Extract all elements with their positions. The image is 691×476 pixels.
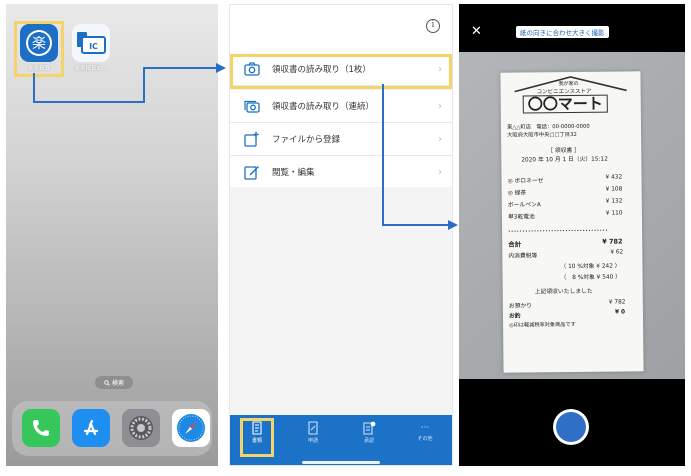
home-screen: 楽 楽楽精算 IC 楽楽精算IC… 検索 xyxy=(6,4,218,466)
phone-icon[interactable] xyxy=(22,409,60,447)
camera-hint: 紙の向きに合わせ大きく撮影 xyxy=(516,26,609,38)
app-store-icon[interactable] xyxy=(72,409,110,447)
receipt-item-name: ◎ ボロネーゼ xyxy=(507,178,544,185)
tab-bar: 書類 申請 承認 ··· その他 xyxy=(230,415,452,465)
close-icon[interactable]: ✕ xyxy=(471,24,482,39)
chevron-right-icon: › xyxy=(438,133,442,145)
receipt-item-price: ¥ 432 xyxy=(605,174,623,181)
settings-icon[interactable] xyxy=(122,409,160,447)
menu-item-label: 閲覧・編集 xyxy=(272,168,315,178)
tab-more[interactable]: ··· その他 xyxy=(403,421,447,442)
shutter-area xyxy=(459,379,685,466)
menu-item-label: 領収書の読み取り（1枚） xyxy=(272,65,371,75)
menu-item-view-edit[interactable]: 閲覧・編集 › xyxy=(230,156,452,189)
connector-arrow xyxy=(143,67,218,69)
receipt-item-price: ¥ 132 xyxy=(605,198,623,205)
receipt-change: ¥ 0 xyxy=(614,309,626,316)
app-rakuraku-ic[interactable]: IC 楽楽精算IC… xyxy=(66,24,116,72)
tab-apply[interactable]: 申請 xyxy=(291,421,335,444)
rakuraku-ic-icon: IC xyxy=(72,24,110,62)
menu-item-scan-single[interactable]: 領収書の読み取り（1枚） › xyxy=(230,53,452,86)
receipt-item-name: ◎ 緑茶 xyxy=(507,190,527,197)
receipt-photo: 我が家の コンビニエンスストア 〇〇マート 東△△町店 電話：00-0000-0… xyxy=(500,71,644,373)
chevron-right-icon: › xyxy=(438,166,442,178)
receipt-tax: ¥ 62 xyxy=(610,249,624,256)
tab-label: その他 xyxy=(417,436,433,442)
receipt-paid-label: お預かり xyxy=(508,303,533,310)
arrow-head-icon xyxy=(216,63,226,73)
apply-icon xyxy=(308,421,318,435)
search-label: 検索 xyxy=(111,380,124,387)
receipt-address: 大阪府大阪市中央□□丁目32 xyxy=(507,131,577,139)
receipt-datetime: 2020 年 10 月 1 日（火）15:12 xyxy=(521,156,608,164)
tab-label: 申請 xyxy=(307,438,318,444)
menu-item-file-import[interactable]: ファイルから登録 › xyxy=(230,123,452,156)
empty-area xyxy=(230,187,452,415)
receipt-item-price: ¥ 110 xyxy=(605,210,623,217)
camera-preview: 我が家の コンビニエンスストア 〇〇マート 東△△町店 電話：00-0000-0… xyxy=(459,52,685,379)
highlight-box xyxy=(240,418,274,457)
camera-icon xyxy=(244,61,260,77)
connector-arrow xyxy=(33,73,35,102)
camera-screen: ✕ 紙の向きに合わせ大きく撮影 我が家の コンビニエンスストア 〇〇マート 東△… xyxy=(459,4,685,466)
more-icon: ··· xyxy=(420,423,430,433)
receipt-items: ◎ ボロネーゼ ¥ 432 ◎ 緑茶 ¥ 108 ボールペンA ¥ 132 単3乾電池 ¥ 1… xyxy=(500,71,640,220)
tab-label: 承認 xyxy=(363,438,374,444)
edit-icon xyxy=(244,164,260,180)
receipt-paid: ¥ 782 xyxy=(608,299,626,306)
receipt-footnote: ◎印は軽減税率対象商品です xyxy=(509,321,576,329)
receipt-total-label: 合計 xyxy=(508,240,522,249)
app-label: 楽楽精算IC… xyxy=(74,66,108,72)
shutter-button[interactable] xyxy=(553,409,589,445)
menu-item-label: 領収書の読み取り（連続） xyxy=(272,102,375,112)
receipt-item-name: 単3乾電池 xyxy=(507,214,535,221)
connector-arrow xyxy=(33,101,145,103)
approve-icon xyxy=(363,421,376,435)
connector-arrow xyxy=(382,224,449,226)
search-pill[interactable]: 検索 xyxy=(95,376,133,389)
safari-icon[interactable] xyxy=(172,409,210,447)
connector-arrow xyxy=(382,84,384,226)
receipt-separator: ••••••••••••••••••••••••••••••••••• xyxy=(508,227,609,234)
file-add-icon xyxy=(244,131,260,147)
menu-item-scan-continuous[interactable]: 領収書の読み取り（連続） › xyxy=(230,90,452,123)
info-icon[interactable]: i xyxy=(426,19,440,33)
connector-arrow xyxy=(143,67,145,103)
menu-item-label: ファイルから登録 xyxy=(272,135,341,145)
svg-text:IC: IC xyxy=(89,42,98,51)
receipt-item-name: ボールペンA xyxy=(507,202,541,209)
receipt-change-label: お釣 xyxy=(508,313,521,320)
highlight-box xyxy=(14,21,64,77)
receipt-tax-label: 内消費税等 xyxy=(508,253,538,260)
chevron-right-icon: › xyxy=(438,100,442,112)
camera-multi-icon xyxy=(244,98,260,114)
home-indicator xyxy=(302,461,380,464)
tab-approve[interactable]: 承認 xyxy=(347,421,391,444)
receipt-tax8: （ 8 %対象 ¥ 540 ） xyxy=(560,274,621,282)
receipt-tax10: （ 10 %対象 ¥ 242 ） xyxy=(560,263,621,271)
menu-list: 領収書の読み取り（1枚） › 領収書の読み取り（連続） › ファイルから登録 ›… xyxy=(230,53,452,189)
receipt-title: ［ 領収書 ］ xyxy=(547,147,580,155)
app-menu-screen: i 領収書の読み取り（1枚） › 領収書の読み取り（連続） › ファイルから登録… xyxy=(229,4,453,466)
chevron-right-icon: › xyxy=(438,63,442,75)
receipt-received-note: 上記領収いたしました xyxy=(534,288,593,296)
search-icon xyxy=(104,379,110,386)
receipt-item-price: ¥ 108 xyxy=(605,186,623,193)
dock xyxy=(12,401,212,456)
receipt-store-name: 〇〇マート xyxy=(522,94,608,114)
receipt-total: ¥ 782 xyxy=(602,237,623,246)
arrow-head-icon xyxy=(448,220,458,230)
